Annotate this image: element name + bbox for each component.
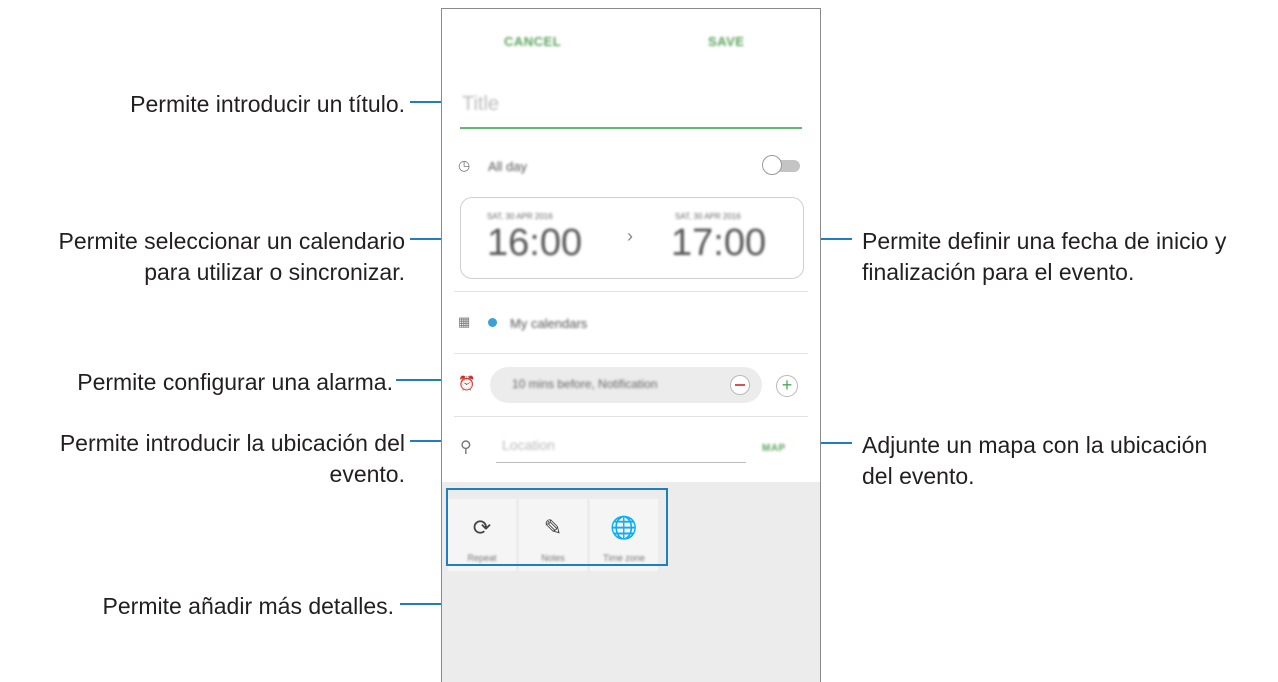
phone-screen: CANCEL SAVE Title ◷ All day SAT, 30 APR … [441,8,821,682]
location-underline [496,462,746,463]
start-time[interactable]: 16:00 [487,222,582,265]
calendar-icon: ▦ [458,314,471,329]
cancel-button[interactable]: CANCEL [504,34,561,49]
end-time[interactable]: 17:00 [671,222,766,265]
annotation-details: Permite añadir más detalles. [102,593,394,619]
annotation-alarm: Permite configurar una alarma. [77,369,393,395]
clock-icon: ◷ [458,157,471,173]
annotation-location-line1: Permite introducir la ubicación del [59,430,405,456]
annotation-calendar: Permite seleccionar un calendario para u… [59,226,405,288]
annotation-map: Adjunte un mapa con la ubicación del eve… [862,430,1207,492]
date-time-selector[interactable]: SAT, 30 APR 2016 16:00 › SAT, 30 APR 201… [460,197,804,279]
toggle-knob [762,155,782,175]
annotation-date-line2: finalización para el evento. [862,259,1135,285]
alarm-label: 10 mins before, Notification [512,377,658,391]
annotation-calendar-line2: para utilizar o sincronizar. [144,259,405,285]
annotation-date: Permite definir una fecha de inicio y fi… [862,226,1226,288]
title-placeholder: Title [462,93,500,115]
annotation-map-line1: Adjunte un mapa con la ubicación [862,432,1208,458]
divider [454,353,808,354]
add-alarm-button[interactable]: + [776,375,798,397]
annotation-location: Permite introducir la ubicación del even… [60,428,405,490]
all-day-toggle[interactable] [762,155,802,177]
end-date: SAT, 30 APR 2016 [675,212,741,221]
alarm-icon: ⏰ [458,375,476,391]
annotation-calendar-line1: Permite seleccionar un calendario [58,228,405,254]
annotation-map-line2: del evento. [862,463,975,489]
remove-alarm-button[interactable] [730,375,750,395]
divider [454,291,808,292]
details-highlight-frame [446,488,668,566]
calendar-color-dot [488,318,497,327]
chevron-right-icon: › [627,226,633,246]
start-date: SAT, 30 APR 2016 [487,212,553,221]
annotation-date-line1: Permite definir una fecha de inicio y [862,228,1227,254]
divider [454,416,808,417]
alarm-selector[interactable]: 10 mins before, Notification [490,367,762,403]
location-pin-icon: ⚲ [460,439,472,456]
title-input[interactable]: Title [460,87,802,129]
all-day-label: All day [488,159,528,174]
annotation-title: Permite introducir un título. [130,91,405,117]
annotation-location-line2: evento. [329,461,405,487]
location-input[interactable]: Location [502,437,555,453]
calendar-label[interactable]: My calendars [510,316,587,331]
map-button[interactable]: MAP [762,443,786,454]
save-button[interactable]: SAVE [708,34,744,49]
